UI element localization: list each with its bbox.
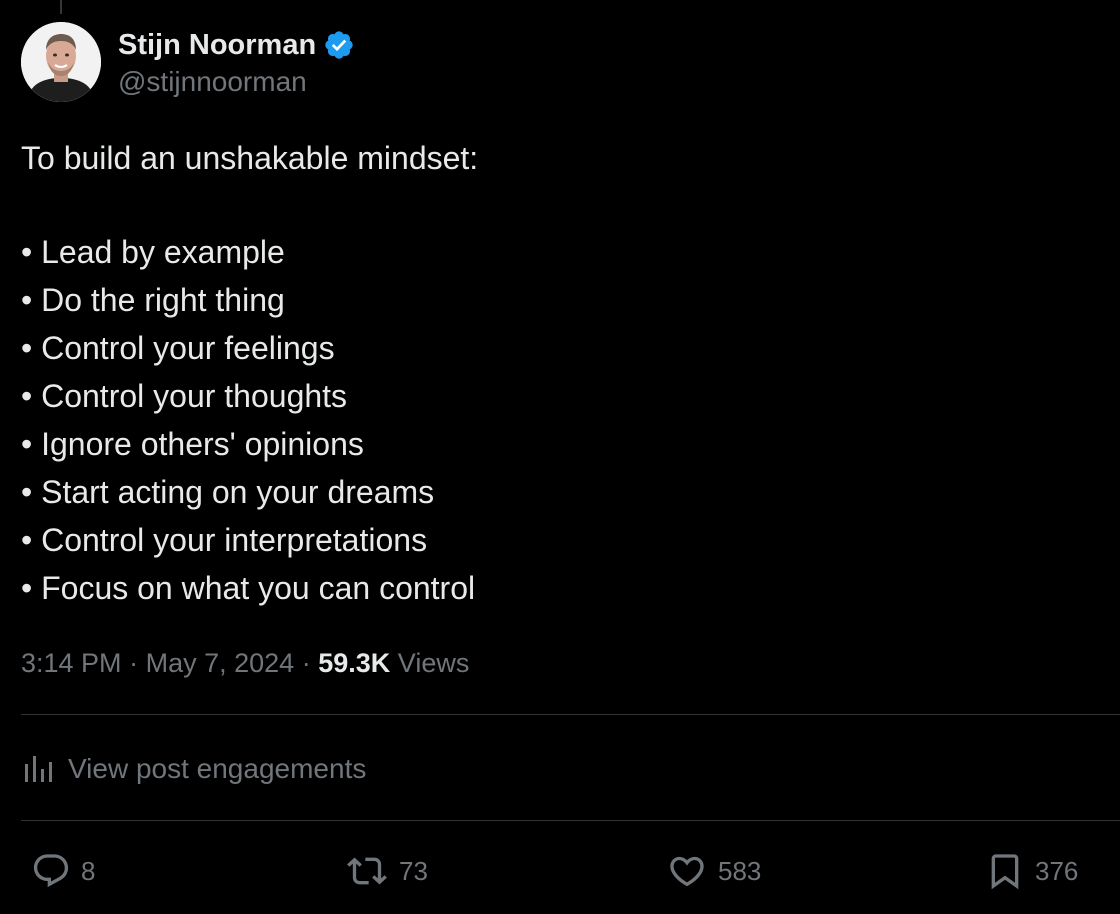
reply-count: 8 <box>81 855 96 886</box>
bookmark-button[interactable]: 376 <box>985 846 1078 896</box>
post-metadata: 3:14 PM · May 7, 2024 · 59.3K Views <box>21 644 469 682</box>
reply-button[interactable]: 8 <box>31 846 95 896</box>
meta-separator: · <box>129 648 139 678</box>
author-name-row: Stijn Noorman <box>118 26 355 64</box>
meta-separator: · <box>301 648 311 678</box>
thread-connector-line <box>60 0 62 14</box>
post-text: To build an unshakable mindset: • Lead b… <box>21 134 1101 612</box>
post-time: 3:14 PM <box>21 648 122 678</box>
avatar-photo <box>21 22 101 102</box>
reply-icon <box>31 851 71 891</box>
bookmark-icon <box>985 850 1025 892</box>
views-stat[interactable]: 59.3K Views <box>318 648 469 678</box>
author-handle[interactable]: @stijnnoorman <box>118 66 355 98</box>
list-item: • Lead by example <box>21 234 285 270</box>
views-count: 59.3K <box>318 648 391 678</box>
post-header: Stijn Noorman @stijnnoorman <box>21 22 355 102</box>
like-button[interactable]: 583 <box>666 846 761 896</box>
bookmark-count: 376 <box>1035 855 1079 886</box>
post-bullet-list: • Lead by example • Do the right thing •… <box>21 228 1101 612</box>
list-item: • Control your feelings <box>21 330 335 366</box>
author-names: Stijn Noorman @stijnnoorman <box>118 26 355 98</box>
list-item: • Focus on what you can control <box>21 570 476 606</box>
list-item: • Ignore others' opinions <box>21 426 364 462</box>
list-item: • Control your interpretations <box>21 522 428 558</box>
verified-badge-icon[interactable] <box>323 29 355 61</box>
list-item: • Control your thoughts <box>21 378 348 414</box>
like-count: 583 <box>718 855 762 886</box>
divider <box>21 714 1120 715</box>
list-item: • Do the right thing <box>21 282 285 318</box>
post-time-link[interactable]: 3:14 PM · May 7, 2024 <box>21 648 294 678</box>
repost-icon <box>345 851 389 891</box>
action-bar: 8 73 583 376 <box>0 846 1120 896</box>
avatar[interactable] <box>21 22 101 102</box>
list-item: • Start acting on your dreams <box>21 474 435 510</box>
post-intro: To build an unshakable mindset: <box>21 140 479 176</box>
views-label: Views <box>397 648 470 678</box>
post-date: May 7, 2024 <box>145 648 295 678</box>
repost-button[interactable]: 73 <box>345 846 428 896</box>
view-engagements-label: View post engagements <box>68 753 367 784</box>
repost-count: 73 <box>399 855 428 886</box>
view-engagements-button[interactable]: View post engagements <box>24 748 366 790</box>
author-display-name[interactable]: Stijn Noorman <box>118 29 316 62</box>
heart-icon <box>666 851 708 891</box>
analytics-bars-icon <box>24 755 54 783</box>
divider <box>21 820 1120 821</box>
